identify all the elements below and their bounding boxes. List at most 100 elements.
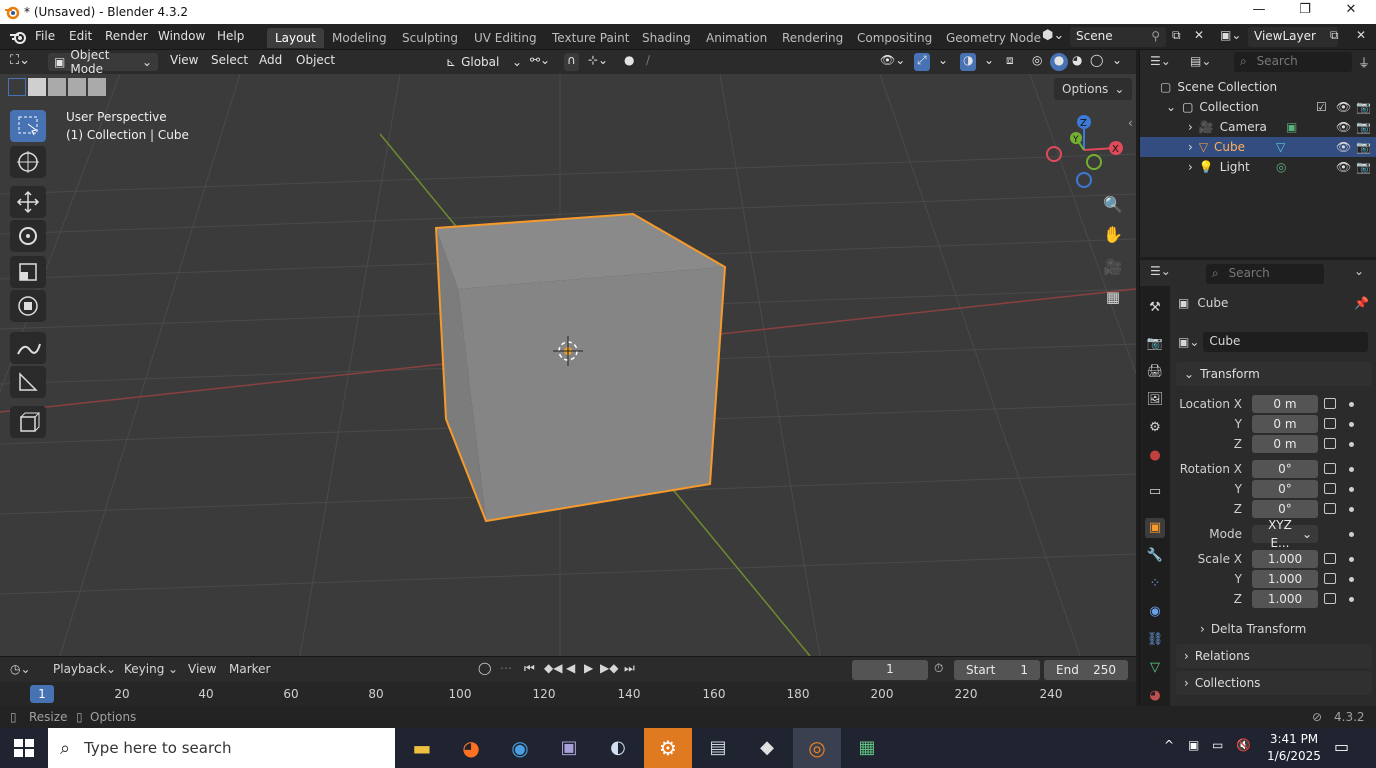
pan-hand-icon[interactable]: ✋ [1099, 222, 1127, 248]
menu-view[interactable]: View [188, 662, 216, 676]
rotation-x-field[interactable]: 0° [1252, 460, 1318, 478]
outliner-row-cube[interactable]: › ▽ Cube ▽ 👁 📷 [1140, 137, 1376, 157]
chevron-right-icon[interactable]: › [1188, 120, 1193, 134]
keyframe-dot-icon[interactable] [1349, 442, 1354, 447]
windows-start-icon[interactable] [14, 739, 34, 757]
chevron-down-icon[interactable]: ⌄ [1354, 264, 1364, 278]
rotation-mode-dropdown[interactable]: XYZ E... ⌄ [1252, 518, 1318, 550]
object-name-input[interactable]: Cube [1203, 332, 1368, 352]
navigation-gizmo[interactable]: Z X Y [1040, 112, 1130, 192]
light-data-icon[interactable]: ◎ [1276, 160, 1286, 174]
blender-taskbar-icon[interactable]: ◎ [793, 728, 841, 768]
network-icon[interactable]: ▭ [1212, 738, 1223, 752]
world-tab-icon[interactable]: ● [1145, 446, 1165, 466]
scale-tool[interactable] [10, 256, 46, 288]
proportional-editing-icon[interactable]: ● [624, 53, 634, 71]
delta-transform-header[interactable]: › Delta Transform [1200, 622, 1306, 636]
maximize-button[interactable]: ❐ [1282, 2, 1328, 22]
tab-rendering[interactable]: Rendering [774, 28, 851, 48]
firefox-icon[interactable]: ◕ [447, 728, 495, 768]
tray-app-icon[interactable]: ▣ [1188, 738, 1199, 752]
keyframe-dot-icon[interactable] [1349, 507, 1354, 512]
view-layer-icon[interactable]: ▣⌄ [1220, 28, 1241, 42]
menu-help[interactable]: Help [217, 29, 244, 43]
location-z-field[interactable]: 0 m [1252, 435, 1318, 453]
outliner-row-light[interactable]: › 💡 Light ◎ 👁 📷 [1140, 157, 1376, 177]
minimize-button[interactable]: — [1236, 2, 1282, 22]
move-tool[interactable] [10, 186, 46, 218]
location-x-field[interactable]: 0 m [1252, 395, 1318, 413]
shading-material-icon[interactable]: ◕ [1072, 53, 1082, 71]
tab-texture-paint[interactable]: Texture Paint [544, 28, 637, 48]
menu-marker[interactable]: Marker [229, 662, 270, 676]
clock[interactable]: 3:41 PM 1/6/2025 [1262, 731, 1326, 765]
ortho-toggle-icon[interactable]: ▦ [1099, 284, 1127, 310]
next-keyframe-icon[interactable]: ▶◆ [600, 661, 618, 675]
tab-shading[interactable]: Shading [634, 28, 699, 48]
eye-icon[interactable]: 👁 [1336, 160, 1351, 174]
relations-section-header[interactable]: › Relations [1176, 644, 1372, 668]
volume-muted-icon[interactable]: 🔇 [1236, 738, 1251, 752]
camera-view-icon[interactable]: 🎥 [1099, 254, 1127, 280]
blender-menu-icon[interactable] [9, 29, 27, 45]
cube-mesh[interactable] [434, 212, 727, 523]
select-box-tool[interactable] [10, 110, 46, 142]
camera-render-icon[interactable]: 📷 [1356, 120, 1371, 134]
keyframe-dot-icon[interactable] [1349, 532, 1354, 537]
constraints-tab-icon[interactable]: ⛓ [1145, 630, 1165, 650]
lock-icon[interactable] [1324, 418, 1336, 429]
shading-rendered-icon[interactable]: ◯ [1090, 53, 1103, 71]
tab-modeling[interactable]: Modeling [324, 28, 395, 48]
chevron-right-icon[interactable]: › [1188, 160, 1193, 174]
camera-render-icon[interactable]: 📷 [1356, 140, 1371, 154]
document-app-icon[interactable]: ▤ [694, 728, 742, 768]
chevron-down-icon[interactable]: ⌄ [1166, 100, 1176, 114]
keyframe-dot-icon[interactable] [1349, 422, 1354, 427]
scene-tab-icon[interactable]: ⚙ [1145, 418, 1165, 438]
menu-edit[interactable]: Edit [69, 29, 92, 43]
falloff-icon[interactable]: ∕ [646, 53, 650, 71]
tab-layout[interactable]: Layout [267, 28, 324, 48]
menu-object[interactable]: Object [296, 53, 335, 71]
camera-render-icon[interactable]: 📷 [1356, 100, 1371, 114]
chevron-down-icon[interactable]: ⌄ [168, 662, 178, 676]
object-mode-dropdown[interactable]: ▣ Object Mode ⌄ [48, 48, 158, 76]
menu-select[interactable]: Select [211, 53, 248, 71]
start-frame-field[interactable]: Start 1 [954, 660, 1040, 680]
select-extend-icon[interactable] [28, 78, 46, 96]
object-tab-icon[interactable]: ▣ [1145, 518, 1165, 538]
auto-keying-icon[interactable]: ◯ [478, 661, 491, 675]
scene-selector[interactable]: Scene ⚲ [1070, 27, 1166, 47]
lock-icon[interactable] [1324, 438, 1336, 449]
pin-icon[interactable]: 📌 [1354, 296, 1369, 310]
physics-tab-icon[interactable]: ◉ [1145, 602, 1165, 622]
settings-gear-icon[interactable]: ⚙ [644, 728, 692, 768]
particles-tab-icon[interactable]: ⁘ [1145, 574, 1165, 594]
eye-icon[interactable]: 👁 [1336, 100, 1351, 114]
camera-render-icon[interactable]: 📷 [1356, 160, 1371, 174]
scene-icon[interactable]: ⬢⌄ [1042, 28, 1064, 43]
visibility-icon[interactable]: 👁⌄ [880, 53, 905, 71]
remove-scene-icon[interactable]: ✕ [1194, 28, 1204, 42]
outliner-row-collection[interactable]: ⌄ ▢ Collection ☑ 👁 📷 [1140, 97, 1376, 117]
stopwatch-icon[interactable]: ⏱ [934, 661, 943, 676]
keyframe-dot-icon[interactable] [1349, 597, 1354, 602]
image-app-icon[interactable]: ▦ [843, 728, 891, 768]
xray-icon[interactable]: ⧈ [1006, 53, 1014, 71]
roblox-icon[interactable]: ◆ [743, 728, 791, 768]
select-invert-icon[interactable] [68, 78, 86, 96]
camera-data-icon[interactable]: ▣ [1286, 120, 1297, 134]
jump-end-icon[interactable]: ⏭ [624, 661, 635, 676]
lock-icon[interactable] [1324, 553, 1336, 564]
view-layer-selector[interactable]: ViewLayer [1248, 27, 1338, 47]
timeline-editor-icon[interactable]: ◷⌄ [10, 662, 31, 676]
gizmo-toggle-icon[interactable]: ⤢ [914, 53, 930, 71]
display-mode-icon[interactable]: ▤⌄ [1190, 54, 1211, 68]
tab-sculpting[interactable]: Sculpting [394, 28, 466, 48]
keyframe-dot-icon[interactable] [1349, 577, 1354, 582]
pivot-point-icon[interactable]: ⚯⌄ [530, 53, 550, 71]
eye-icon[interactable]: 👁 [1336, 120, 1351, 134]
properties-editor-icon[interactable]: ☰⌄ [1150, 264, 1171, 278]
keyframe-dot-icon[interactable] [1349, 487, 1354, 492]
shading-solid-icon[interactable]: ● [1050, 53, 1068, 71]
